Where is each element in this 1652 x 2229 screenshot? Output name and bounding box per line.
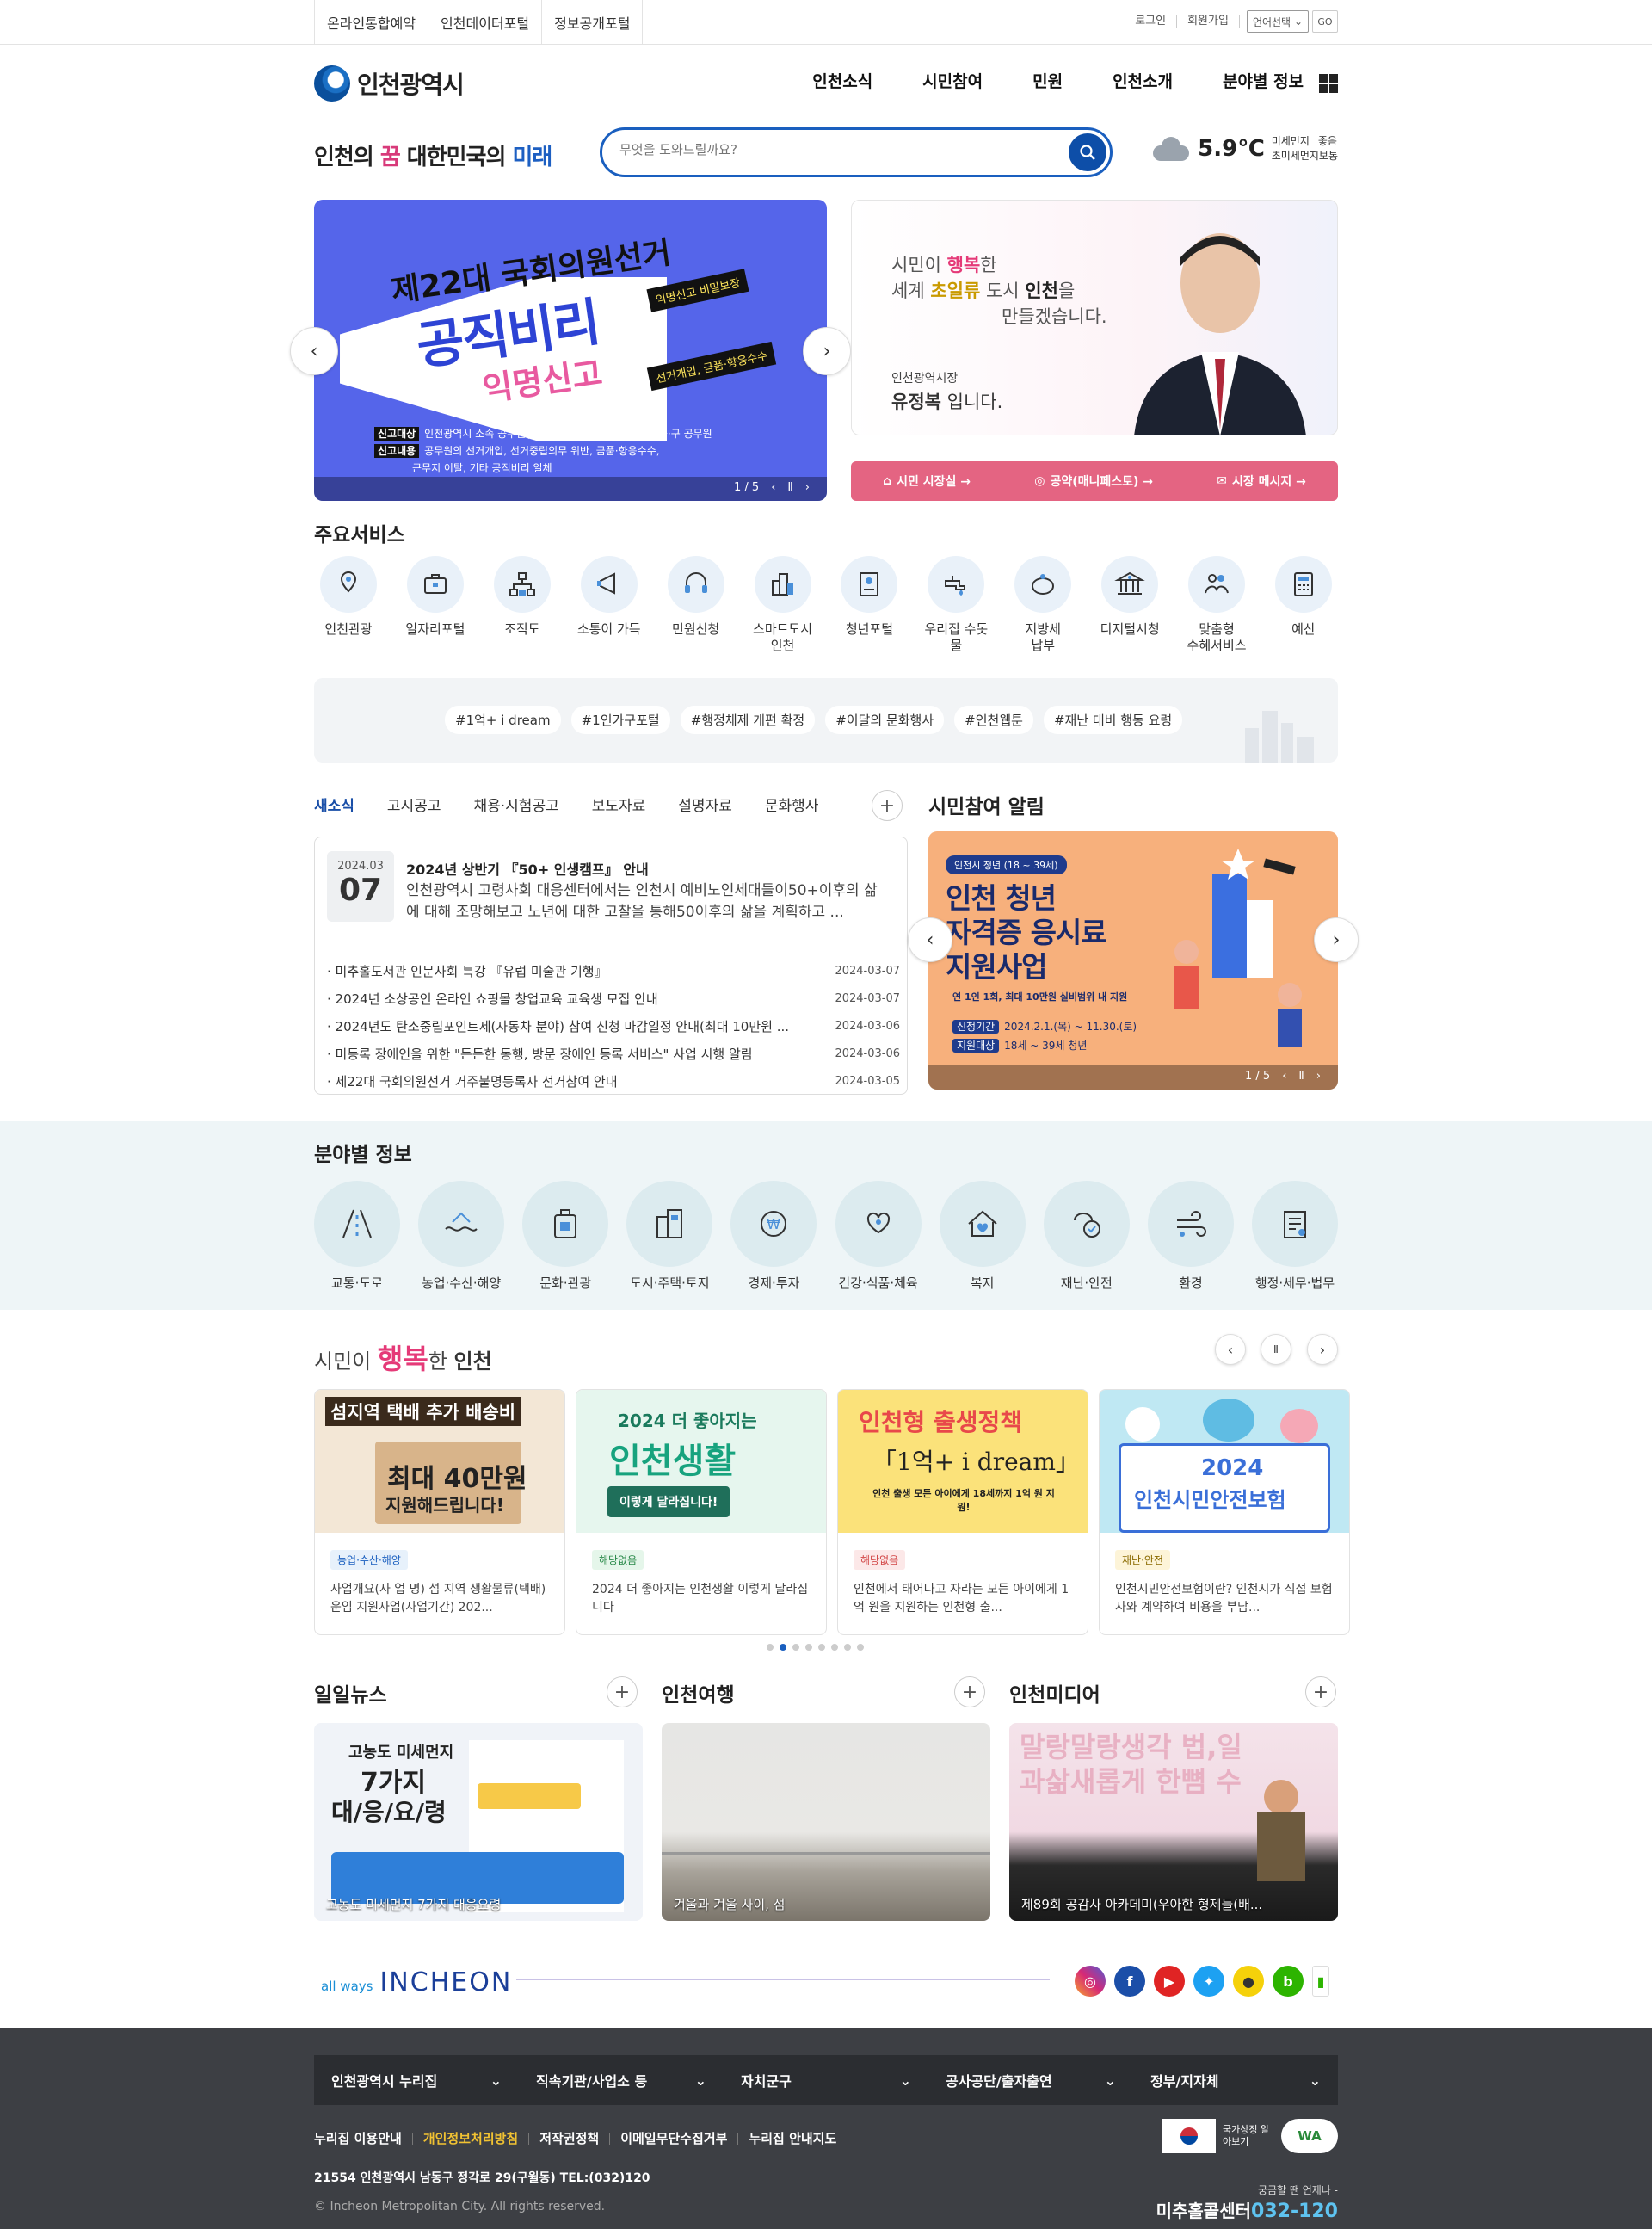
travel-image[interactable]: 겨울과 겨울 사이, 섬 — [662, 1723, 990, 1921]
divider — [516, 1979, 1050, 1980]
happy-card[interactable]: 섬지역 택배 추가 배송비 최대 40만원 지원해드립니다! 농업·수산·해양 … — [314, 1389, 565, 1635]
media-more-button[interactable]: + — [1305, 1676, 1336, 1707]
national-symbol-link[interactable]: 국가상징 알아보기 WA — [1162, 2119, 1338, 2153]
card-image: 인천형 출생정책 「1억+ i dream」 인천 출생 모든 아이에게 18세… — [838, 1390, 1088, 1533]
media-title: 인천미디어 — [1009, 1684, 1100, 1707]
plus-icon: + — [961, 1681, 978, 1703]
chevron-down-icon: ⌄ — [899, 2072, 911, 2089]
chevron-down-icon: ⌄ — [490, 2072, 502, 2089]
happy-prev-button[interactable]: ‹ — [1215, 1334, 1246, 1365]
card-text: 인천시민안전보험이란? 인천시가 직접 보험사와 계약하여 비용을 부담... — [1115, 1583, 1333, 1615]
travel-title: 인천여행 — [662, 1684, 735, 1707]
footer-select[interactable]: 공사공단/출자출연 ⌄ — [928, 2055, 1133, 2105]
footer-copyright: © Incheon Metropolitan City. All rights … — [314, 2200, 606, 2214]
kakao-icon[interactable]: ● — [1233, 1966, 1264, 1997]
chevron-left-icon: ‹ — [1227, 1341, 1234, 1358]
carousel-dot[interactable] — [780, 1644, 786, 1651]
carousel-dot[interactable] — [844, 1644, 851, 1651]
carousel-dot[interactable] — [818, 1644, 825, 1651]
card-image: 섬지역 택배 추가 배송비 최대 40만원 지원해드립니다! — [315, 1390, 564, 1533]
daily-news-title: 일일뉴스 — [314, 1684, 387, 1707]
footer-select[interactable]: 정부/지자체 ⌄ — [1133, 2055, 1338, 2105]
happy-card[interactable]: 2024 인천시민안전보험 재난·안전 인천시민안전보험이란? 인천시가 직접 … — [1099, 1389, 1350, 1635]
daily-news-caption: 고농도 미세먼지 7가지 대응요령 — [326, 1897, 502, 1912]
footer-site-selects: 인천광역시 누리집 ⌄ 직속기관/사업소 등 ⌄ 자치군구 ⌄ 공사공단/출자출연 ⌄ … — [314, 2055, 1338, 2105]
plus-icon: + — [1312, 1681, 1329, 1703]
travel-caption: 겨울과 겨울 사이, 섬 — [674, 1897, 786, 1912]
footer-select[interactable]: 직속기관/사업소 등 ⌄ — [519, 2055, 724, 2105]
footer-link[interactable]: 저작권정책 — [528, 2133, 609, 2146]
footer: 인천광역시 누리집 ⌄ 직속기관/사업소 등 ⌄ 자치군구 ⌄ 공사공단/출자출연 ⌄ … — [0, 2028, 1652, 2229]
daily-news-image[interactable]: 고농도 미세먼지 7가지 대/응/요/령 고농도 미세먼지 7가지 대응요령 — [314, 1723, 643, 1921]
category-badge: 해당없음 — [592, 1550, 644, 1570]
daily-news-more-button[interactable]: + — [607, 1676, 638, 1707]
footer-address: 21554 인천광역시 남동구 정각로 29(구월동) TEL:(032)120 — [314, 2171, 650, 2185]
wa-mark-icon: WA — [1281, 2119, 1338, 2153]
footer-link[interactable]: 누리집 이용안내 — [314, 2133, 412, 2146]
carousel-dot[interactable] — [767, 1644, 774, 1651]
category-badge: 농업·수산·해양 — [330, 1550, 408, 1570]
media-section: 인천미디어 + 말랑말랑생각 법,일과삶새롭게 한뼘 수 제89회 공감사 아카… — [1009, 1676, 1338, 1921]
call-center: 궁금할 땐 언제나 - 미추홀콜센터032-120 — [1156, 2184, 1338, 2222]
happy-pause-button[interactable]: Ⅱ — [1261, 1334, 1291, 1365]
taegukgi-icon — [1162, 2119, 1216, 2153]
footer-select[interactable]: 자치군구 ⌄ — [724, 2055, 928, 2105]
card-image: 2024 더 좋아지는 인천생활 이렇게 달라집니다! — [576, 1390, 826, 1533]
footer-link[interactable]: 이메일무단수집거부 — [609, 2133, 737, 2146]
category-badge: 해당없음 — [854, 1550, 906, 1570]
card-text: 사업개요(사 업 명) 섬 지역 생활물류(택배) 운임 지원사업(사업기간) … — [330, 1583, 546, 1615]
chevron-down-icon: ⌄ — [1309, 2072, 1321, 2089]
carousel-dot[interactable] — [831, 1644, 838, 1651]
carousel-dot[interactable] — [857, 1644, 864, 1651]
happy-cards: 섬지역 택배 추가 배송비 최대 40만원 지원해드립니다! 농업·수산·해양 … — [314, 1389, 1350, 1635]
chevron-down-icon: ⌄ — [1104, 2072, 1116, 2089]
footer-links: 누리집 이용안내 개인정보처리방침 저작권정책 이메일무단수집거부 누리집 안내… — [314, 2133, 847, 2146]
media-image[interactable]: 말랑말랑생각 법,일과삶새롭게 한뼘 수 제89회 공감사 아카데미(우아한 형… — [1009, 1723, 1338, 1921]
footer-link[interactable]: 누리집 안내지도 — [737, 2133, 847, 2146]
sns-bar: all ways INCHEON ◎ f ▶ ✦ ● b ▮ — [314, 1966, 1338, 1997]
happy-card[interactable]: 인천형 출생정책 「1억+ i dream」 인천 출생 모든 아이에게 18세… — [837, 1389, 1088, 1635]
band-icon[interactable]: b — [1273, 1966, 1304, 1997]
media-caption: 제89회 공감사 아카데미(우아한 형제들(배... — [1021, 1897, 1263, 1912]
card-text: 2024 더 좋아지는 인천생활 이렇게 달라집니다 — [592, 1583, 809, 1615]
footer-link-privacy[interactable]: 개인정보처리방침 — [411, 2133, 528, 2146]
pause-icon: Ⅱ — [1273, 1343, 1279, 1355]
carousel-dots — [767, 1644, 864, 1651]
facebook-icon[interactable]: f — [1114, 1966, 1145, 1997]
footer-select[interactable]: 인천광역시 누리집 ⌄ — [314, 2055, 519, 2105]
daily-news-section: 일일뉴스 + 고농도 미세먼지 7가지 대/응/요/령 고농도 미세먼지 7가지… — [314, 1676, 643, 1921]
chevron-down-icon: ⌄ — [694, 2072, 706, 2089]
travel-section: 인천여행 + 겨울과 겨울 사이, 섬 — [662, 1676, 990, 1921]
carousel-dot[interactable] — [792, 1644, 799, 1651]
category-badge: 재난·안전 — [1115, 1550, 1170, 1570]
all-ways-incheon-logo: all ways INCHEON — [321, 1967, 513, 1997]
happy-next-button[interactable]: › — [1307, 1334, 1338, 1365]
happy-card[interactable]: 2024 더 좋아지는 인천생활 이렇게 달라집니다! 해당없음 2024 더 … — [576, 1389, 827, 1635]
plus-icon: + — [613, 1681, 631, 1703]
chevron-right-icon: › — [1319, 1341, 1326, 1358]
youtube-icon[interactable]: ▶ — [1154, 1966, 1185, 1997]
mobile-icon[interactable]: ▮ — [1312, 1966, 1329, 1997]
card-text: 인천에서 태어나고 자라는 모든 아이에게 1억 원을 지원하는 인천형 출..… — [854, 1583, 1069, 1615]
happy-incheon-title: 시민이 행복한 인천 — [314, 1343, 492, 1375]
twitter-icon[interactable]: ✦ — [1193, 1966, 1224, 1997]
carousel-dot[interactable] — [805, 1644, 812, 1651]
card-image: 2024 인천시민안전보험 — [1100, 1390, 1349, 1533]
instagram-icon[interactable]: ◎ — [1075, 1966, 1106, 1997]
travel-more-button[interactable]: + — [954, 1676, 985, 1707]
